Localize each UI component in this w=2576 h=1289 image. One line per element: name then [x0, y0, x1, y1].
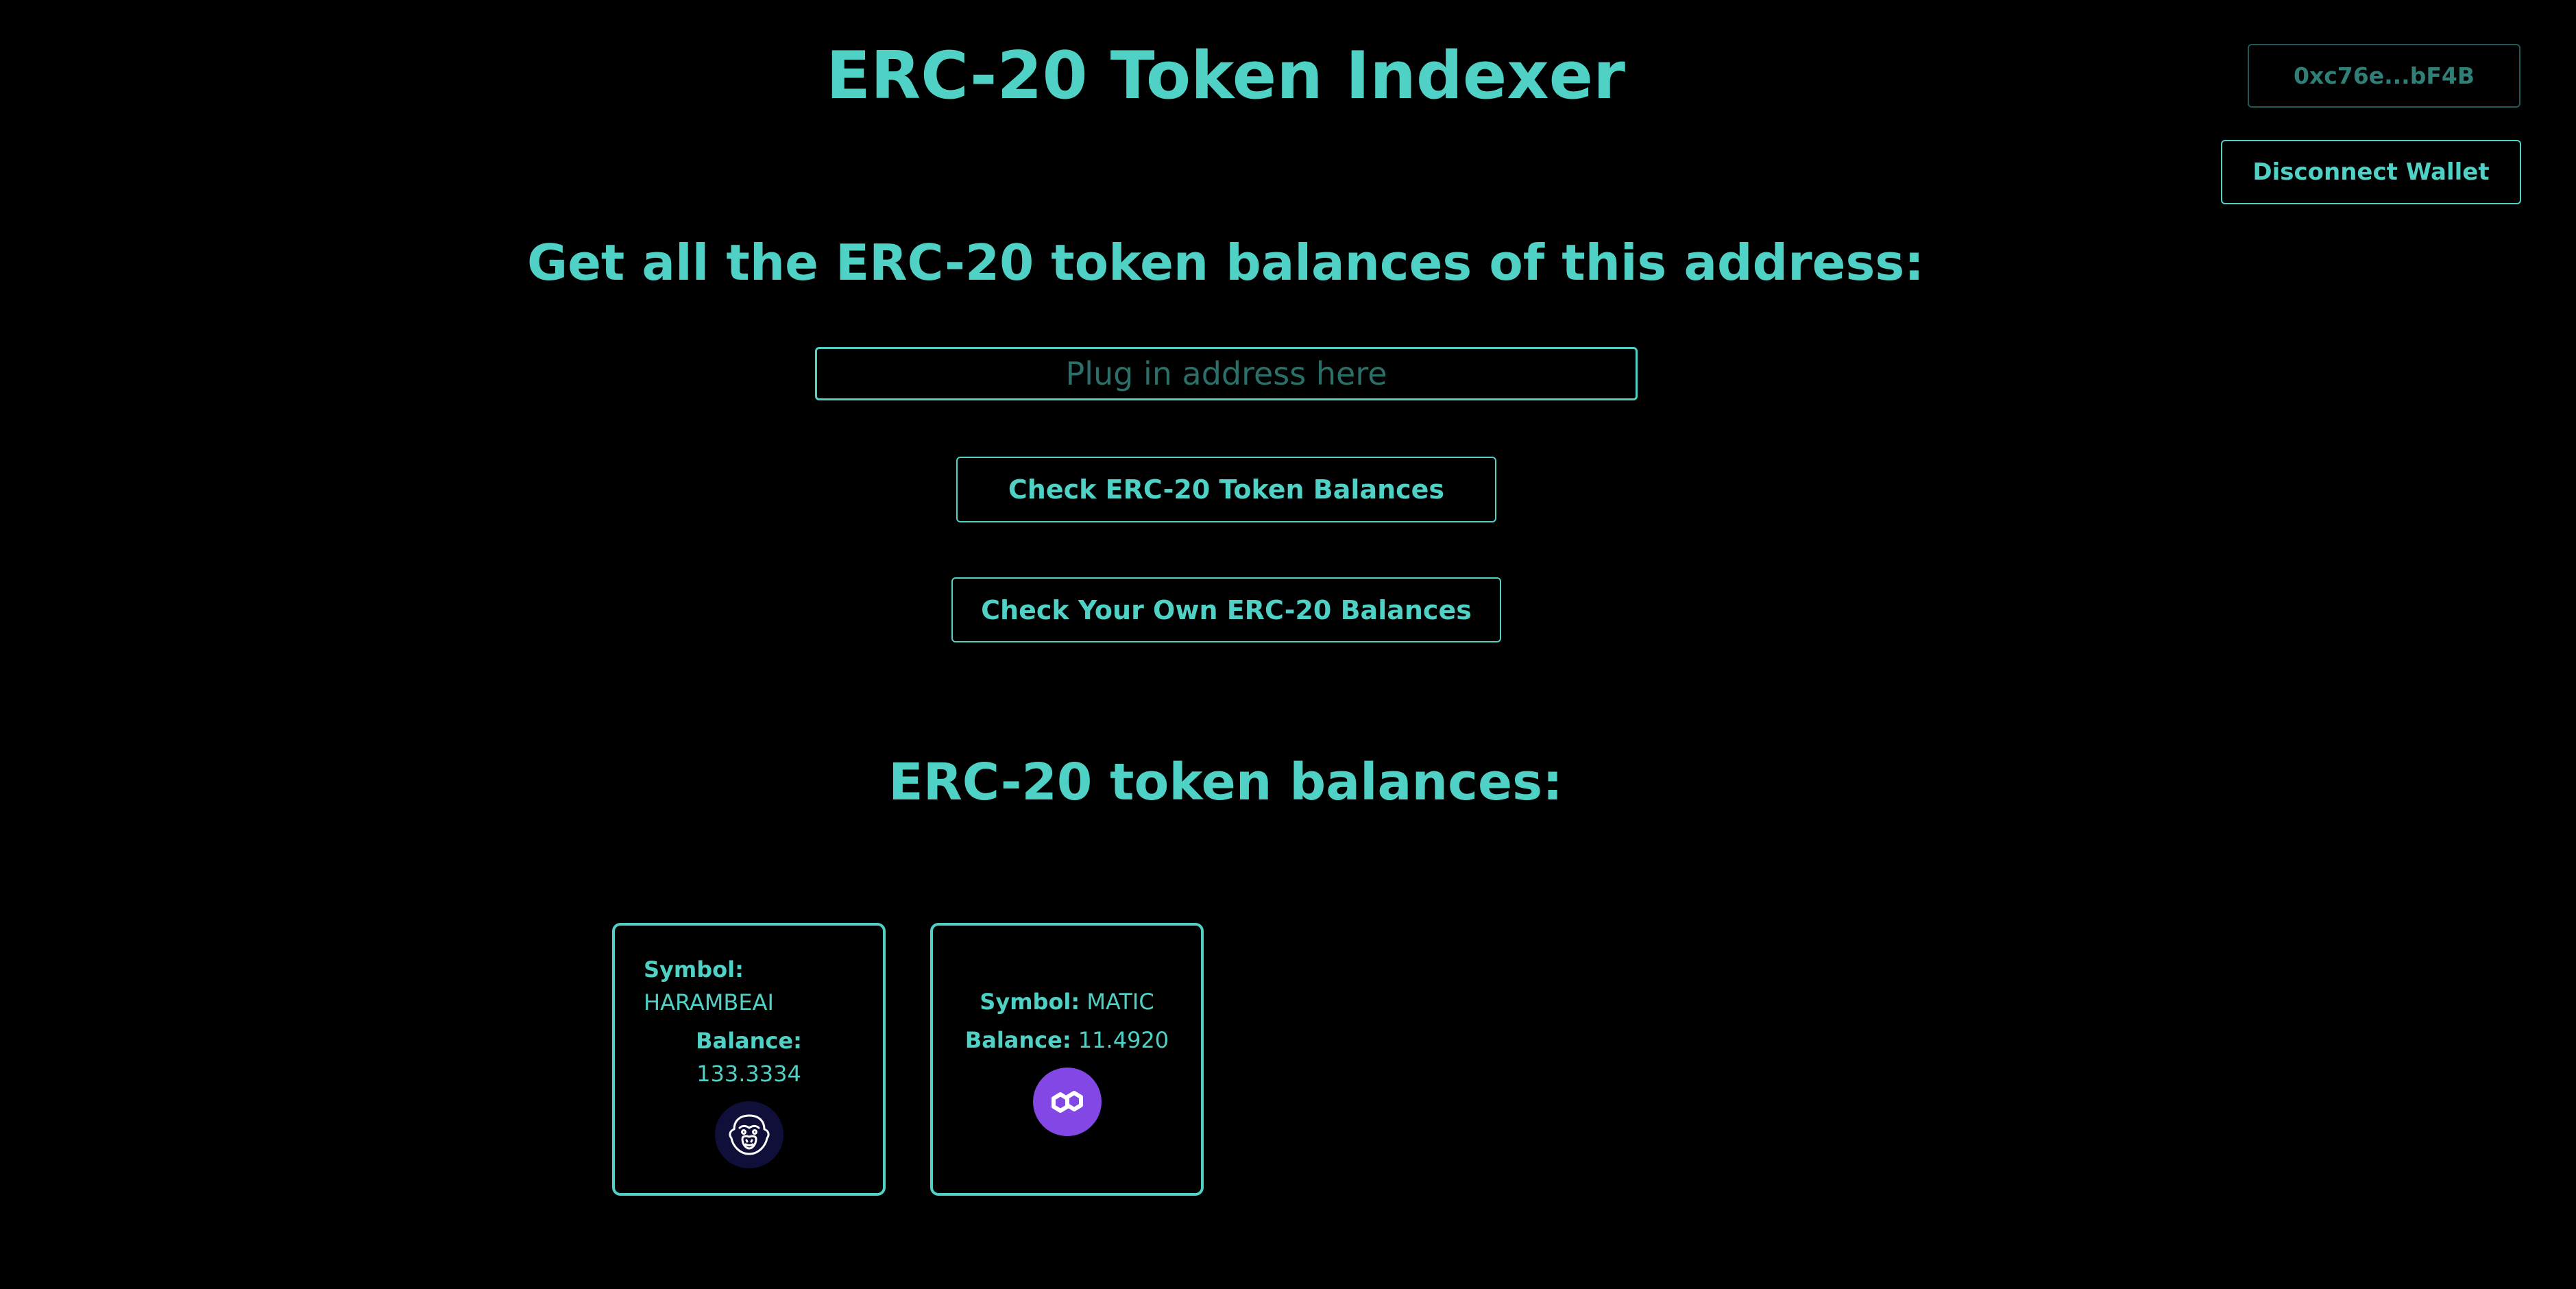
balance-label: Balance:: [964, 1027, 1071, 1053]
results-heading: ERC-20 token balances:: [888, 753, 1563, 812]
address-input[interactable]: [815, 347, 1638, 400]
wallet-address-button[interactable]: 0xc76e...bF4B: [2248, 44, 2520, 108]
query-heading: Get all the ERC-20 token balances of thi…: [527, 234, 1924, 291]
balance-label: Balance:: [696, 1028, 802, 1054]
token-card: Symbol: MATIC Balance: 11.4920: [930, 923, 1204, 1196]
token-card: Symbol: HARAMBEAI Balance: 133.3334: [612, 923, 886, 1196]
token-balance: Balance: 11.4920: [965, 1024, 1169, 1057]
symbol-value: HARAMBEAI: [644, 989, 774, 1015]
symbol-value: MATIC: [1086, 989, 1154, 1015]
check-own-balances-button[interactable]: Check Your Own ERC-20 Balances: [951, 577, 1501, 642]
gorilla-icon: [714, 1101, 783, 1168]
token-balance: Balance: 133.3334: [644, 1024, 854, 1090]
polygon-icon: [1032, 1068, 1102, 1136]
disconnect-wallet-button[interactable]: Disconnect Wallet: [2221, 140, 2521, 204]
balance-value: 133.3334: [696, 1061, 801, 1087]
balance-value: 11.4920: [1078, 1027, 1169, 1053]
symbol-label: Symbol:: [644, 956, 744, 983]
page-title: ERC-20 Token Indexer: [826, 38, 1625, 114]
app-page: ERC-20 Token Indexer 0xc76e...bF4B Disco…: [0, 0, 2576, 1289]
check-balances-button[interactable]: Check ERC-20 Token Balances: [956, 457, 1496, 522]
token-symbol: Symbol: HARAMBEAI: [644, 953, 774, 1019]
symbol-label: Symbol:: [980, 989, 1080, 1015]
token-symbol: Symbol: MATIC: [980, 985, 1154, 1018]
